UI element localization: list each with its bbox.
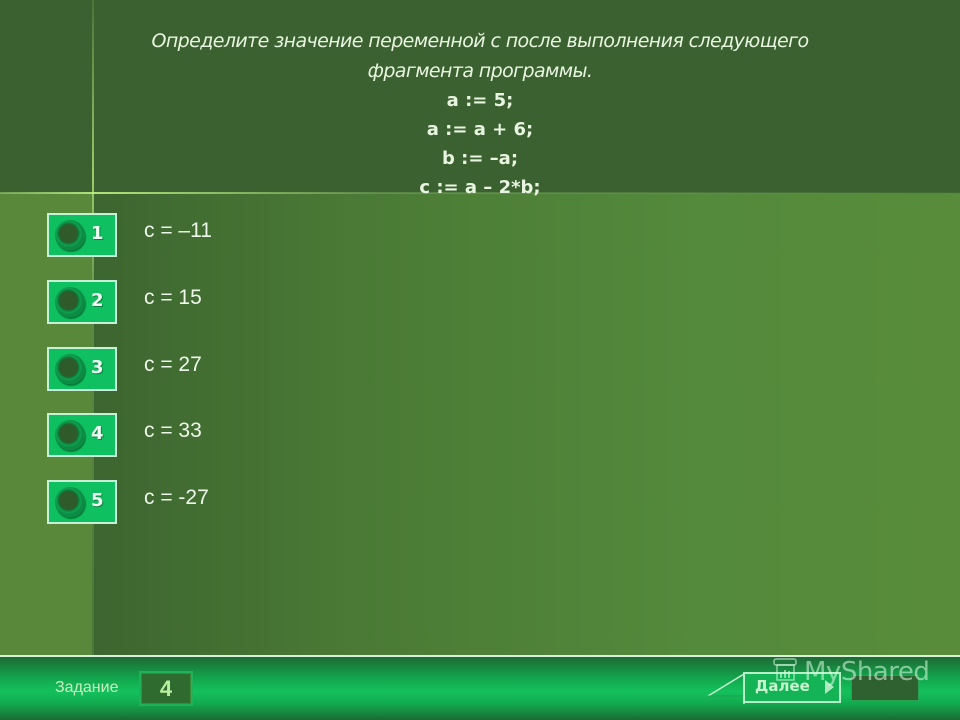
radio-circle-icon [55,287,85,317]
code-line: a := a + 6; [426,119,534,140]
play-arrow-icon [825,680,834,694]
answer-number: 2 [91,290,104,311]
answer-number: 4 [91,423,104,444]
answer-radio-button-5[interactable]: 5 [47,480,117,524]
answer-number: 3 [91,357,104,378]
answer-option-2: 2 c = 15 [47,280,347,324]
radio-circle-icon [55,220,85,250]
radio-circle-icon [55,420,85,450]
answer-option-1: 1 c = –11 [47,213,347,257]
question-text-line-2: фрагмента программы. [367,60,593,82]
answer-option-4: 4 c = 33 [47,413,347,457]
task-label: Задание [55,679,119,696]
question-text-line-1: Определите значение переменной с после в… [151,30,809,52]
code-line: b := –a; [441,148,519,169]
answer-option-5: 5 c = -27 [47,480,347,524]
answer-text: c = 15 [144,286,202,309]
answer-text: c = 33 [144,419,202,442]
finish-button[interactable] [851,675,919,701]
back-arrow-icon[interactable] [706,672,746,706]
answer-number: 1 [91,223,104,244]
radio-circle-icon [55,487,85,517]
task-number-badge: 4 [139,671,193,706]
decorative-vertical-line [92,0,94,655]
answer-text: c = 27 [144,353,202,376]
code-line: a := 5; [446,90,514,111]
answer-text: c = -27 [144,486,209,509]
answer-number: 5 [91,490,104,511]
question-block: Определите значение переменной с после в… [95,26,865,202]
answer-radio-button-3[interactable]: 3 [47,347,117,391]
answer-text: c = –11 [144,219,212,242]
radio-circle-icon [55,354,85,384]
next-button[interactable]: Далее [743,672,841,703]
code-line: c := a – 2*b; [419,177,541,198]
answer-radio-button-2[interactable]: 2 [47,280,117,324]
next-button-label: Далее [755,677,810,695]
answer-option-3: 3 c = 27 [47,347,347,391]
answer-radio-button-1[interactable]: 1 [47,213,117,257]
answer-radio-button-4[interactable]: 4 [47,413,117,457]
